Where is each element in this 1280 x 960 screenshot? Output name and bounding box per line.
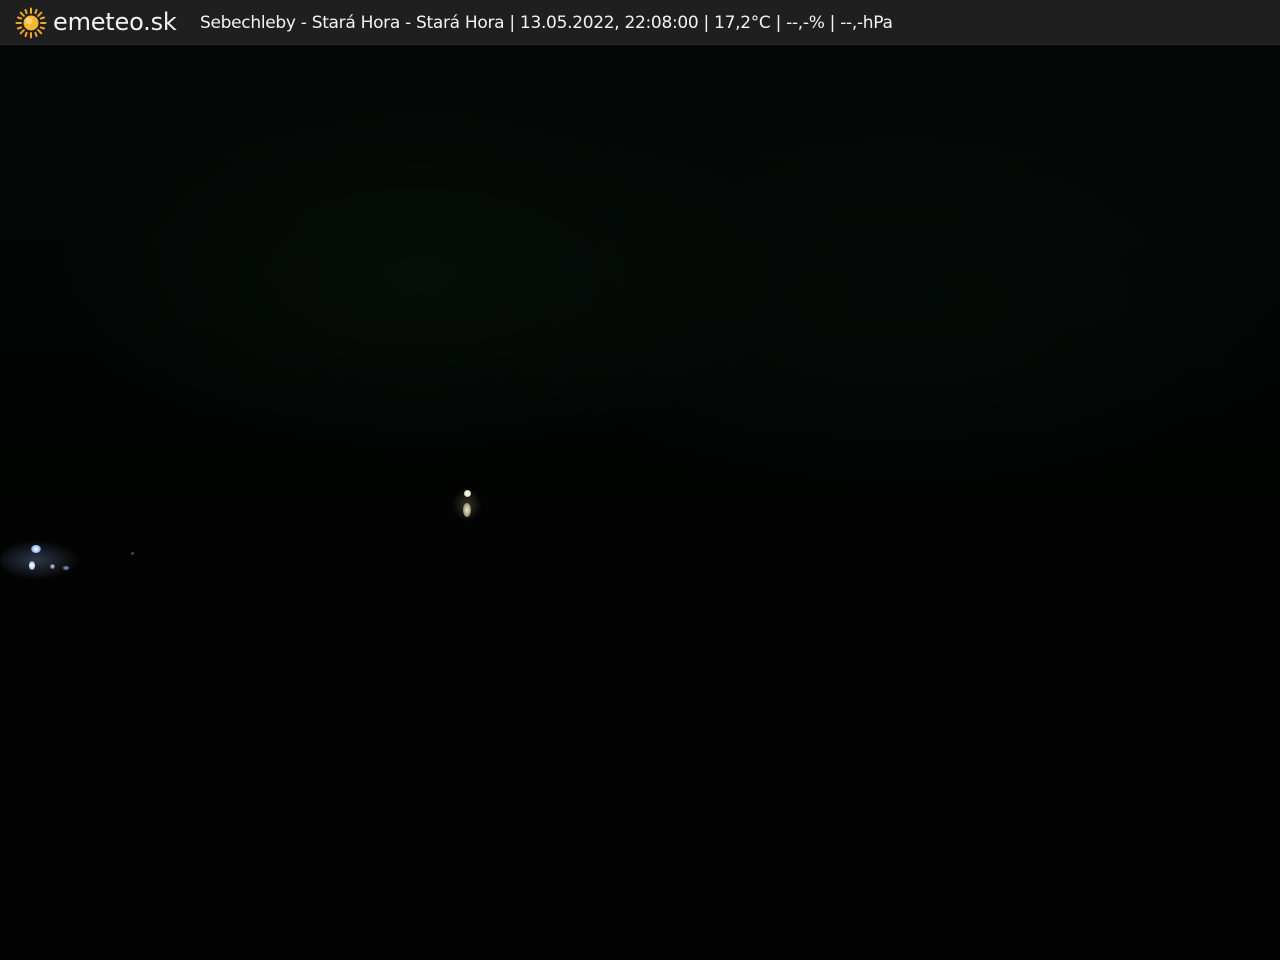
sun-icon (15, 7, 47, 39)
webcam-caption: Sebechleby - Stará Hora - Stará Hora | 1… (200, 13, 893, 33)
caption-bar: emeteo.sk Sebechleby - Stará Hora - Star… (0, 0, 1280, 45)
distant-light-dot (131, 552, 134, 555)
site-logo-text: emeteo.sk (53, 8, 177, 36)
distant-light-left (31, 545, 41, 553)
distant-light-center (463, 503, 471, 517)
distant-light-left (29, 561, 35, 570)
distant-light-center (464, 490, 471, 497)
night-scene-image (0, 45, 1280, 960)
webcam-frame: emeteo.sk Sebechleby - Stará Hora - Star… (0, 0, 1280, 960)
distant-light-left (50, 564, 55, 569)
distant-light-left (62, 566, 70, 570)
